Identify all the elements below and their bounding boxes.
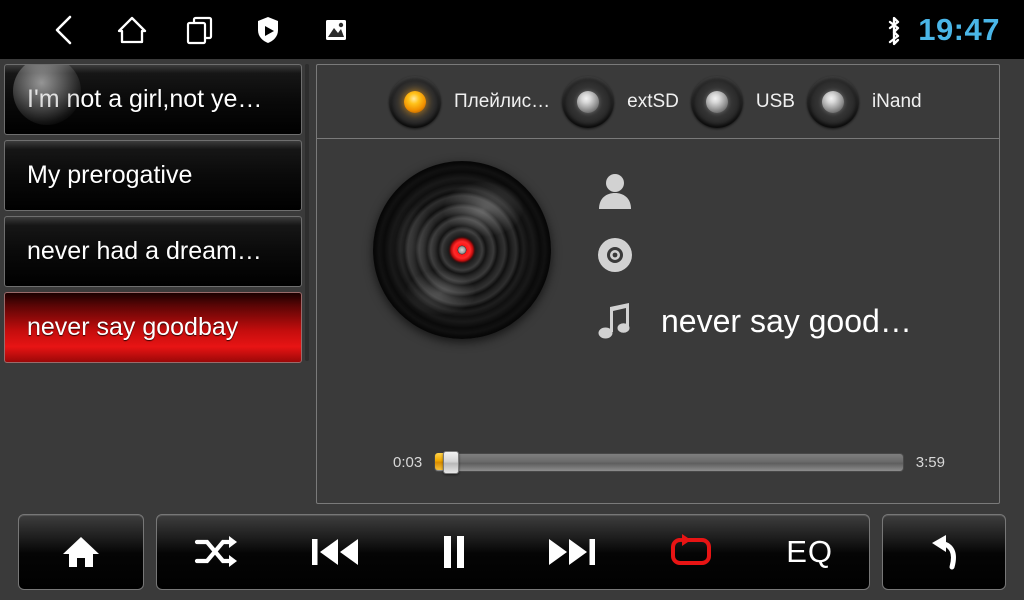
repeat-button[interactable] (643, 515, 739, 589)
playlist-item-title: never say goodbay (27, 313, 239, 341)
shuffle-icon (193, 534, 239, 570)
seek-slider[interactable] (434, 451, 904, 474)
music-note-icon (589, 299, 641, 343)
seek-thumb[interactable] (443, 451, 460, 474)
led-indicator (821, 90, 844, 113)
status-bar-nav-group (30, 7, 370, 53)
recents-icon[interactable] (166, 7, 234, 53)
source-tab-inand[interactable]: iNand (806, 75, 922, 128)
playlist-scrollbar[interactable] (305, 64, 309, 361)
source-tab-label: Плейлис… (454, 90, 551, 112)
led-indicator (577, 90, 600, 113)
playlist-item-selected[interactable]: never say goodbay (4, 292, 302, 363)
source-tab-extsd[interactable]: extSD (562, 75, 679, 128)
back-button[interactable] (882, 514, 1006, 590)
source-tab-label: USB (755, 90, 795, 112)
disc-sheen (373, 161, 551, 339)
playlist-item[interactable]: I'm not a girl,not ye… (4, 64, 302, 135)
eq-button[interactable]: EQ (762, 515, 858, 589)
playlist-item[interactable]: My prerogative (4, 140, 302, 211)
home-button[interactable] (18, 514, 144, 590)
gallery-icon[interactable] (302, 7, 370, 53)
shuffle-button[interactable] (168, 515, 264, 589)
elapsed-time: 0:03 (393, 453, 423, 471)
next-track-icon (546, 535, 598, 569)
status-bar-right-group: 19:47 (884, 12, 1000, 48)
previous-button[interactable] (287, 515, 383, 589)
disc-icon (589, 236, 641, 274)
led-indicator (705, 90, 728, 113)
back-icon[interactable] (30, 7, 98, 53)
led-indicator (404, 90, 426, 113)
source-tab-label: extSD (627, 90, 679, 112)
seek-track (434, 452, 904, 472)
person-icon (589, 171, 641, 211)
led-knob-icon (389, 75, 441, 128)
led-knob-icon (806, 75, 859, 128)
track-metadata: never say good… (589, 153, 969, 353)
player-panel: Плейлис… extSD USB iNand never say good…… (316, 64, 1000, 504)
home-icon[interactable] (98, 7, 166, 53)
eq-label: EQ (786, 534, 833, 569)
bluetooth-icon (884, 15, 904, 45)
title-value: never say good… (661, 302, 912, 339)
duration-time: 3:59 (915, 453, 945, 471)
home-filled-icon (60, 531, 102, 573)
media-player-app: 19:47 I'm not a girl,not ye… My prerogat… (0, 0, 1024, 600)
playlist-item-title: never had a dream… (27, 237, 262, 265)
metadata-row-title: never say good… (589, 289, 969, 353)
status-bar: 19:47 (0, 0, 1024, 59)
progress-area: 0:03 3:59 (393, 449, 945, 475)
next-button[interactable] (524, 515, 620, 589)
previous-track-icon (309, 535, 361, 569)
pause-icon (440, 534, 468, 570)
source-tab-usb[interactable]: USB (690, 75, 795, 128)
transport-controls: EQ (156, 514, 870, 590)
led-knob-icon (690, 75, 743, 128)
playlist[interactable]: I'm not a girl,not ye… My prerogative ne… (4, 64, 306, 504)
repeat-icon (667, 533, 715, 571)
status-bar-clock: 19:47 (918, 11, 1000, 47)
source-tab-strip: Плейлис… extSD USB iNand (317, 65, 999, 139)
shield-play-icon[interactable] (234, 7, 302, 53)
playlist-item-title: I'm not a girl,not ye… (27, 85, 263, 113)
source-tab-label: iNand (871, 90, 922, 112)
metadata-row-artist (589, 159, 969, 223)
source-tab-playlist[interactable]: Плейлис… (389, 75, 551, 128)
playlist-item[interactable]: never had a dream… (4, 216, 302, 287)
now-playing-area: never say good… 0:03 3:59 (317, 139, 999, 503)
metadata-row-album (589, 223, 969, 287)
pause-button[interactable] (406, 515, 502, 589)
control-bar: EQ (0, 510, 1024, 600)
playlist-item-title: My prerogative (27, 161, 193, 189)
vinyl-disc-icon (373, 161, 551, 339)
led-knob-icon (562, 75, 615, 128)
return-arrow-icon (922, 531, 966, 573)
